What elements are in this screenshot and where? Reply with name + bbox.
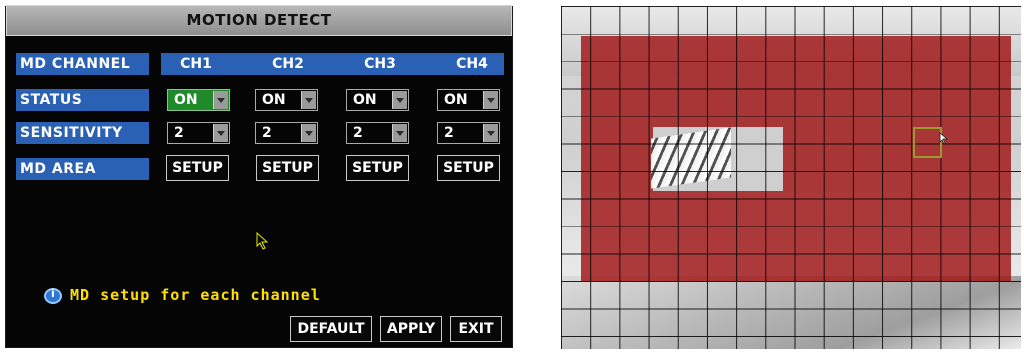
- ch4-sensitivity-dropdown[interactable]: 2: [437, 122, 500, 144]
- channel-3-label: CH3: [364, 56, 396, 72]
- dropdown-arrow-icon[interactable]: [213, 91, 228, 109]
- md-channel-label: MD CHANNEL: [16, 53, 149, 75]
- status-label: STATUS: [16, 89, 149, 111]
- ch3-sensitivity-dropdown[interactable]: 2: [346, 122, 409, 144]
- ch2-status-value: ON: [262, 92, 286, 108]
- mouse-pointer-icon: [256, 232, 269, 250]
- ch4-status-dropdown[interactable]: ON: [437, 89, 500, 111]
- channel-2-label: CH2: [272, 56, 304, 72]
- ch3-sensitivity-value: 2: [353, 125, 363, 141]
- dropdown-arrow-icon[interactable]: [301, 124, 316, 142]
- dropdown-arrow-icon[interactable]: [392, 91, 407, 109]
- info-icon: [44, 287, 62, 304]
- dropdown-arrow-icon[interactable]: [483, 91, 498, 109]
- ch3-status-dropdown[interactable]: ON: [346, 89, 409, 111]
- dropdown-arrow-icon[interactable]: [392, 124, 407, 142]
- md-area-label: MD AREA: [16, 158, 149, 180]
- camera-preview[interactable]: [561, 6, 1021, 349]
- ch1-status-dropdown[interactable]: ON: [167, 89, 230, 111]
- ch2-sensitivity-value: 2: [262, 125, 272, 141]
- menu-title: MOTION DETECT: [6, 5, 512, 36]
- ch1-sensitivity-dropdown[interactable]: 2: [167, 122, 230, 144]
- exit-button[interactable]: EXIT: [450, 316, 502, 342]
- channel-1-label: CH1: [180, 56, 212, 72]
- sensitivity-label: SENSITIVITY: [16, 122, 149, 144]
- motion-detection-grid[interactable]: [561, 6, 1021, 349]
- channel-4-label: CH4: [456, 56, 488, 72]
- ch1-status-value: ON: [174, 92, 198, 108]
- ch3-status-value: ON: [353, 92, 377, 108]
- ch2-status-dropdown[interactable]: ON: [255, 89, 318, 111]
- grid-pointer-icon: [939, 132, 949, 145]
- ch3-area-setup-button[interactable]: SETUP: [346, 155, 409, 181]
- ch1-sensitivity-value: 2: [174, 125, 184, 141]
- apply-button[interactable]: APPLY: [380, 316, 442, 342]
- ch4-sensitivity-value: 2: [444, 125, 454, 141]
- dropdown-arrow-icon[interactable]: [483, 124, 498, 142]
- ch4-area-setup-button[interactable]: SETUP: [437, 155, 500, 181]
- dropdown-arrow-icon[interactable]: [301, 91, 316, 109]
- ch2-sensitivity-dropdown[interactable]: 2: [255, 122, 318, 144]
- selected-grid-cell[interactable]: [913, 127, 942, 158]
- hint-text: MD setup for each channel: [70, 286, 321, 304]
- ch1-area-setup-button[interactable]: SETUP: [166, 155, 229, 181]
- default-button[interactable]: DEFAULT: [290, 316, 372, 342]
- dropdown-arrow-icon[interactable]: [213, 124, 228, 142]
- ch4-status-value: ON: [444, 92, 468, 108]
- ch2-area-setup-button[interactable]: SETUP: [256, 155, 319, 181]
